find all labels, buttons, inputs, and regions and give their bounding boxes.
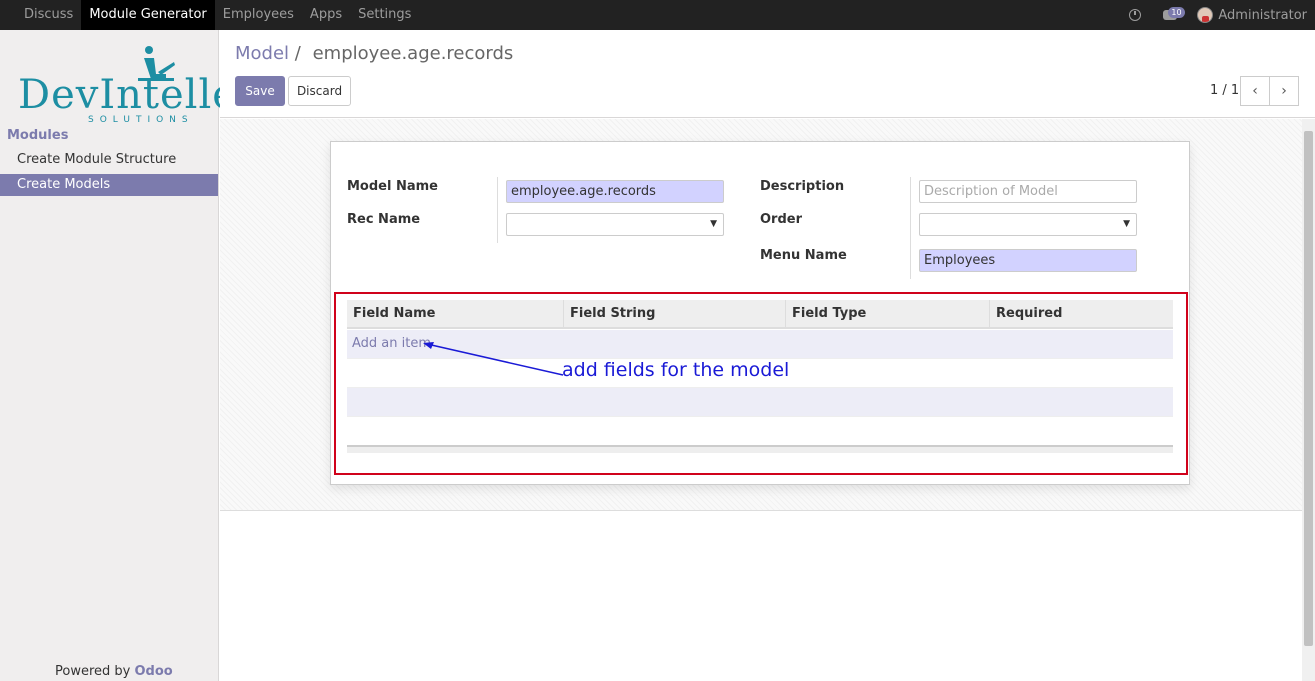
odoo-link[interactable]: Odoo <box>135 664 173 679</box>
breadcrumb-separator: / <box>294 43 301 64</box>
breadcrumb-current: employee.age.records <box>312 43 514 64</box>
column-required[interactable]: Required <box>990 300 1173 327</box>
chevron-left-icon: ‹ <box>1252 83 1258 99</box>
model-name-label: Model Name <box>347 179 438 194</box>
description-label: Description <box>760 179 845 194</box>
menu-name-label: Menu Name <box>760 248 847 263</box>
menu-settings[interactable]: Settings <box>350 0 419 30</box>
chat-badge: 10 <box>1168 7 1185 18</box>
scrollbar-thumb[interactable] <box>1304 131 1313 646</box>
discard-button[interactable]: Discard <box>288 76 351 106</box>
breadcrumb: Model / employee.age.records <box>235 43 513 64</box>
model-name-field[interactable]: employee.age.records <box>506 180 724 203</box>
menu-module-generator[interactable]: Module Generator <box>81 0 215 30</box>
fields-table-footer <box>347 445 1173 453</box>
sidebar-item-create-module-structure[interactable]: Create Module Structure <box>0 149 218 171</box>
logo-subtitle: SOLUTIONS <box>88 115 194 125</box>
rec-name-select[interactable]: ▼ <box>506 213 724 236</box>
annotation-arrow-icon <box>423 342 564 376</box>
menu-employees[interactable]: Employees <box>215 0 302 30</box>
save-button[interactable]: Save <box>235 76 285 106</box>
order-select[interactable]: ▼ <box>919 213 1137 236</box>
powered-by: Powered by Odoo <box>55 664 173 679</box>
table-row <box>347 388 1173 417</box>
clock-icon[interactable] <box>1129 9 1142 21</box>
order-label: Order <box>760 212 802 227</box>
avatar[interactable] <box>1197 7 1214 23</box>
rec-name-label: Rec Name <box>347 212 421 227</box>
menu-discuss[interactable]: Discuss <box>16 0 81 30</box>
pager-value[interactable]: 1 / 1 <box>1210 83 1239 98</box>
annotation-text: add fields for the model <box>562 359 790 381</box>
sidebar: DevIntelle SOLUTIONS Modules Create Modu… <box>0 30 236 681</box>
top-navbar: Discuss Module Generator Employees Apps … <box>0 0 1315 30</box>
pager-previous-button[interactable]: ‹ <box>1240 76 1270 106</box>
column-field-name[interactable]: Field Name <box>347 300 564 327</box>
sidebar-section-modules: Modules <box>7 128 69 143</box>
column-field-string[interactable]: Field String <box>564 300 786 327</box>
user-menu[interactable]: Administrator <box>1218 8 1307 23</box>
caret-down-icon: ▼ <box>1123 219 1130 229</box>
app-menu: Discuss Module Generator Employees Apps … <box>16 0 419 30</box>
caret-down-icon: ▼ <box>710 219 717 229</box>
table-row <box>347 417 1173 446</box>
breadcrumb-parent[interactable]: Model <box>235 43 289 64</box>
menu-apps[interactable]: Apps <box>302 0 350 30</box>
pager-next-button[interactable]: › <box>1269 76 1299 106</box>
field-separator <box>910 177 911 279</box>
divider <box>220 510 1302 511</box>
chevron-right-icon: › <box>1281 83 1287 99</box>
field-separator <box>497 177 498 243</box>
fields-table-header: Field Name Field String Field Type Requi… <box>347 300 1173 329</box>
chat-icon[interactable]: 10 <box>1163 7 1185 20</box>
column-field-type[interactable]: Field Type <box>786 300 990 327</box>
scrollbar[interactable] <box>1302 119 1315 681</box>
menu-name-field[interactable]: Employees <box>919 249 1137 272</box>
control-panel: Model / employee.age.records Save Discar… <box>220 30 1315 118</box>
sidebar-item-create-models[interactable]: Create Models <box>0 174 218 196</box>
company-logo: DevIntelle SOLUTIONS <box>18 44 236 134</box>
description-field[interactable]: Description of Model <box>919 180 1137 203</box>
logo-text: DevIntelle <box>18 72 237 118</box>
systray: 10 Administrator <box>1129 0 1307 30</box>
powered-prefix: Powered by <box>55 664 131 679</box>
